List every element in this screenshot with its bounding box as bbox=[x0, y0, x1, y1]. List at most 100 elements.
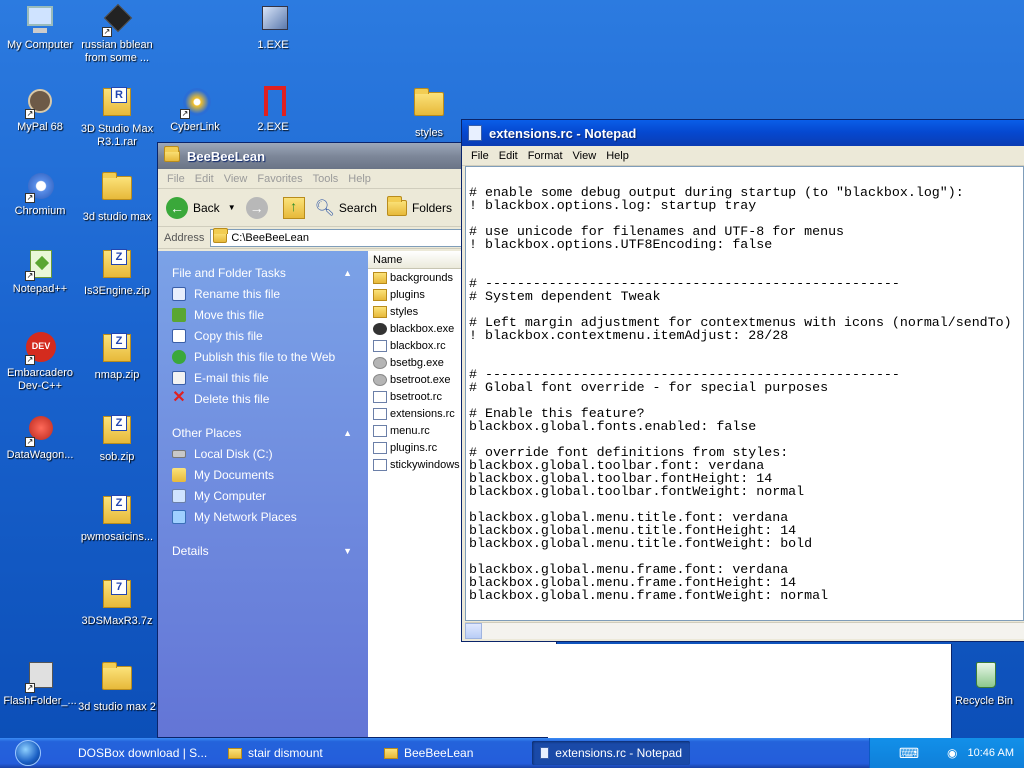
desktop-icon-2exe[interactable]: 2.EXE bbox=[233, 86, 313, 134]
cube-icon: ↗ bbox=[100, 3, 134, 37]
icon-label: styles bbox=[414, 127, 444, 139]
details-header[interactable]: Details ▼ bbox=[170, 541, 356, 561]
desktop-icon-sob[interactable]: Z sob.zip bbox=[77, 414, 157, 464]
file-name: bsetbg.exe bbox=[390, 356, 444, 369]
desktop-icon-my-computer[interactable]: My Computer bbox=[0, 4, 80, 52]
icon-label: pwmosaicins... bbox=[80, 531, 154, 543]
forward-button[interactable]: → bbox=[245, 196, 273, 219]
icon-label: Is3Engine.zip bbox=[83, 285, 151, 297]
file-name: blackbox.rc bbox=[390, 339, 446, 352]
datawagon-icon: ↗ bbox=[23, 414, 57, 447]
desktop-icon-devcpp[interactable]: DEV ↗ Embarcadero Dev-C++ bbox=[0, 332, 80, 393]
task-label: E-mail this file bbox=[194, 370, 269, 385]
local-disk-link[interactable]: Local Disk (C:) bbox=[170, 443, 356, 464]
desktop-icon-datawagon[interactable]: ↗ DataWagon... bbox=[0, 414, 80, 462]
start-button[interactable] bbox=[0, 738, 56, 768]
menu-format[interactable]: Format bbox=[525, 150, 570, 162]
notepad-plus-plus-icon: ↗ bbox=[23, 248, 57, 281]
desktop-icon-recycle-bin[interactable]: Recycle Bin bbox=[944, 660, 1024, 708]
icon-label: 3D Studio Max R3.1.rar bbox=[80, 123, 154, 148]
menu-file[interactable]: File bbox=[164, 173, 192, 185]
section-heading: File and Folder Tasks bbox=[172, 266, 286, 280]
menu-edit[interactable]: Edit bbox=[496, 150, 525, 162]
my-computer-link[interactable]: My Computer bbox=[170, 485, 356, 506]
task-notepad[interactable]: extensions.rc - Notepad bbox=[532, 741, 690, 765]
move-file-link[interactable]: Move this file bbox=[170, 304, 356, 325]
clock[interactable]: 10:46 AM bbox=[968, 747, 1014, 759]
notepad-titlebar[interactable]: extensions.rc - Notepad bbox=[462, 120, 1024, 146]
publish-file-link[interactable]: Publish this file to the Web bbox=[170, 346, 356, 367]
expand-icon[interactable]: ▼ bbox=[343, 546, 352, 556]
folder-icon bbox=[373, 288, 387, 301]
network-icon[interactable]: ◉ bbox=[947, 746, 957, 760]
keyboard-icon[interactable]: ⌨ bbox=[899, 745, 919, 762]
folders-button[interactable]: Folders bbox=[386, 195, 452, 216]
rar-archive-icon: R bbox=[100, 87, 134, 120]
notepad-text-area[interactable]: # enable some debug output during startu… bbox=[465, 166, 1024, 621]
icon-label: 1.EXE bbox=[257, 39, 289, 51]
menu-help[interactable]: Help bbox=[603, 150, 636, 162]
search-button[interactable]: 🔍︎ Search bbox=[315, 198, 377, 218]
other-places-header[interactable]: Other Places ▲ bbox=[170, 423, 356, 443]
computer-icon bbox=[23, 4, 57, 36]
desktop-icon-nmap[interactable]: Z nmap.zip bbox=[77, 332, 157, 382]
desktop-icon-flashfolder[interactable]: ↗ FlashFolder_... bbox=[0, 660, 80, 708]
menu-favorites[interactable]: Favorites bbox=[254, 173, 309, 185]
folder-icon bbox=[228, 747, 242, 759]
task-dosbox[interactable]: DOSBox download | S... bbox=[64, 741, 214, 765]
chevron-down-icon[interactable]: ▼ bbox=[228, 203, 236, 212]
column-label: Name bbox=[373, 253, 403, 266]
forward-arrow-icon: → bbox=[245, 196, 268, 219]
file-tasks-header[interactable]: File and Folder Tasks ▲ bbox=[170, 263, 356, 283]
desktop-icon-1exe[interactable]: 1.EXE bbox=[233, 4, 313, 52]
rename-file-link[interactable]: Rename this file bbox=[170, 283, 356, 304]
my-documents-link[interactable]: My Documents bbox=[170, 464, 356, 485]
dvd-icon: ↗ bbox=[178, 86, 212, 119]
recycle-bin-icon bbox=[967, 660, 1001, 692]
menu-help[interactable]: Help bbox=[345, 173, 378, 185]
desktop-icon-styles[interactable]: styles bbox=[389, 86, 469, 140]
collapse-icon[interactable]: ▲ bbox=[343, 268, 352, 278]
desktop-icon-pwmosaic[interactable]: Z pwmosaicins... bbox=[77, 494, 157, 544]
back-button[interactable]: ← Back ▼ bbox=[166, 196, 236, 219]
desktop-icon-3dsmax-rar[interactable]: R 3D Studio Max R3.1.rar bbox=[77, 86, 157, 149]
folder-icon bbox=[213, 228, 229, 243]
desktop-icon-3dstudiomax[interactable]: 3d studio max bbox=[77, 170, 157, 224]
desktop-icon-mypal[interactable]: ↗ MyPal 68 bbox=[0, 86, 80, 134]
menu-view[interactable]: View bbox=[570, 150, 604, 162]
email-file-link[interactable]: E-mail this file bbox=[170, 367, 356, 388]
desktop-icon-is3engine[interactable]: Z Is3Engine.zip bbox=[77, 248, 157, 298]
copy-file-link[interactable]: Copy this file bbox=[170, 325, 356, 346]
task-stair-dismount[interactable]: stair dismount bbox=[220, 741, 370, 765]
horizontal-scrollbar[interactable] bbox=[465, 622, 1024, 639]
desktop-icon-russian-bblean[interactable]: ↗ russian bblean from some ... bbox=[77, 3, 157, 65]
desktop-icon-chromium[interactable]: ↗ Chromium bbox=[0, 170, 80, 218]
menu-view[interactable]: View bbox=[221, 173, 255, 185]
task-beebeelean[interactable]: BeeBeeLean bbox=[376, 741, 526, 765]
task-label: BeeBeeLean bbox=[404, 746, 474, 760]
notepad-window: extensions.rc - Notepad File Edit Format… bbox=[461, 119, 1024, 642]
zip-archive-icon: Z bbox=[100, 249, 134, 282]
folder-icon bbox=[100, 662, 134, 698]
scroll-left-button[interactable] bbox=[465, 623, 482, 639]
envelope-icon bbox=[172, 370, 186, 385]
desktop-icon-3dsmax-7z[interactable]: 7 3DSMaxR3.7z bbox=[77, 578, 157, 628]
desktop-icon-cyberlink[interactable]: ↗ CyberLink Power DVD 9 bbox=[155, 86, 235, 134]
taskbar: DOSBox download | S... stair dismount Be… bbox=[0, 738, 1024, 768]
menu-edit[interactable]: Edit bbox=[192, 173, 221, 185]
desktop-icon-notepadpp[interactable]: ↗ Notepad++ bbox=[0, 248, 80, 296]
task-label: DOSBox download | S... bbox=[78, 746, 208, 760]
icon-label: 3DSMaxR3.7z bbox=[81, 615, 153, 627]
menu-file[interactable]: File bbox=[468, 150, 496, 162]
my-network-places-link[interactable]: My Network Places bbox=[170, 506, 356, 527]
place-label: My Computer bbox=[194, 488, 267, 503]
up-button[interactable]: ↑ bbox=[282, 196, 305, 219]
folders-icon bbox=[386, 195, 407, 216]
desktop-icon-3dstudiomax-2[interactable]: 3d studio max 2 bbox=[77, 660, 157, 714]
address-input[interactable]: C:\BeeBeeLean bbox=[210, 228, 491, 247]
delete-file-link[interactable]: ✕ Delete this file bbox=[170, 388, 356, 409]
menu-tools[interactable]: Tools bbox=[310, 173, 346, 185]
folder-icon bbox=[373, 271, 387, 284]
collapse-icon[interactable]: ▲ bbox=[343, 428, 352, 438]
place-label: Local Disk (C:) bbox=[194, 446, 273, 461]
